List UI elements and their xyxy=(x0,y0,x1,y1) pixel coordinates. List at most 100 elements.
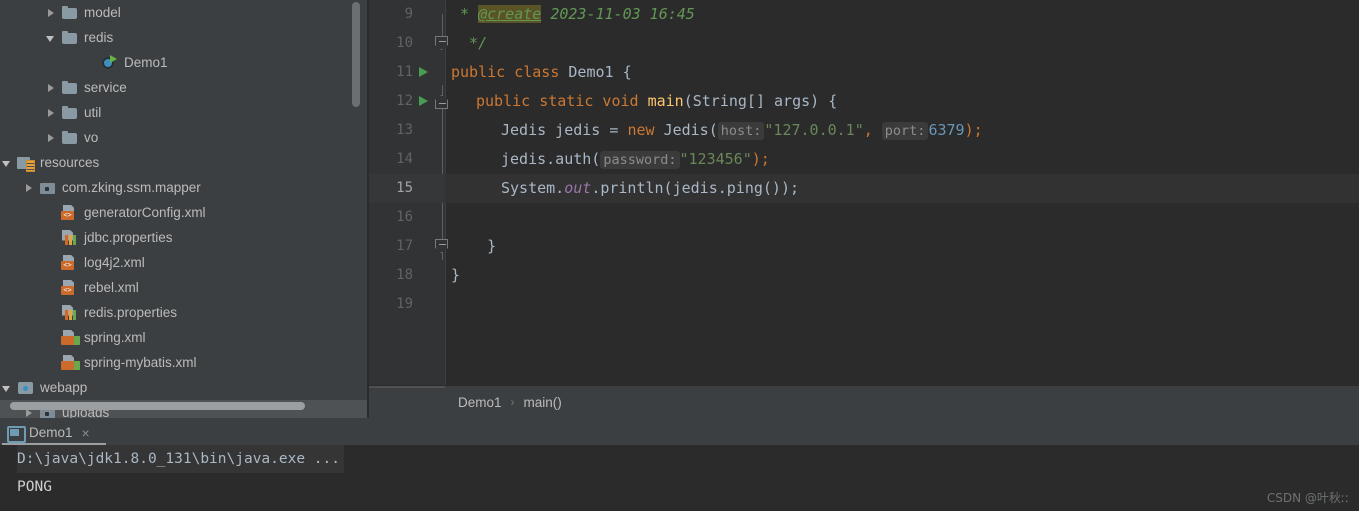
chevron-down-icon[interactable] xyxy=(44,31,58,45)
tree-item-rebel-xml[interactable]: rebel.xml xyxy=(0,275,367,300)
code-line-15[interactable]: 15 System.out.println(jedis.ping()); xyxy=(369,174,1359,203)
run-class-gutter-icon[interactable] xyxy=(419,67,428,77)
method-params: (String[] args) { xyxy=(683,92,838,110)
chevron-down-icon[interactable] xyxy=(0,381,14,395)
tree-item-model[interactable]: model xyxy=(0,0,367,25)
tree-item-label: generatorConfig.xml xyxy=(84,205,206,220)
gutter-line-number: 18 xyxy=(396,267,413,283)
tree-item-label: service xyxy=(84,80,127,95)
folder-icon xyxy=(61,30,78,46)
run-method-gutter-icon[interactable] xyxy=(419,96,428,106)
breadcrumb[interactable]: Demo1 › main() xyxy=(369,385,1359,418)
comment-end: */ xyxy=(451,34,488,52)
keyword-public-class: public class xyxy=(451,63,569,81)
tree-item-service[interactable]: service xyxy=(0,75,367,100)
jedis-auth-call: jedis.auth( xyxy=(501,150,601,168)
code-line-16[interactable]: 16 xyxy=(369,203,1359,232)
statement-end: ); xyxy=(751,150,770,168)
breadcrumb-item-method[interactable]: main() xyxy=(524,395,562,410)
tree-item-redis-properties[interactable]: redis.properties xyxy=(0,300,367,325)
tree-item-label: model xyxy=(84,5,121,20)
keyword-new: new xyxy=(627,121,664,139)
tree-item-log4j2-xml[interactable]: log4j2.xml xyxy=(0,250,367,275)
tree-item-resources[interactable]: resources xyxy=(0,150,367,175)
tree-item-demo1[interactable]: Demo1 xyxy=(0,50,367,75)
folder-icon xyxy=(61,105,78,121)
host-string-literal: "127.0.0.1" xyxy=(764,121,864,139)
code-line-11[interactable]: 11 public class Demo1 { xyxy=(369,58,1359,87)
properties-file-icon xyxy=(61,305,78,321)
code-line-13[interactable]: 13 Jedis jedis = new Jedis(host: "127.0.0… xyxy=(369,116,1359,145)
sidebar-vertical-scrollbar[interactable] xyxy=(352,2,360,107)
leaf-icon xyxy=(68,360,76,370)
console-tab-strip: Demo1 × xyxy=(0,418,1359,445)
param-hint-host: host: xyxy=(717,122,765,140)
gutter-line-number: 16 xyxy=(396,209,413,225)
code-line-content: Jedis jedis = new Jedis(host: "127.0.0.1"… xyxy=(501,116,983,145)
package-folder-icon xyxy=(39,180,56,196)
close-icon[interactable]: × xyxy=(82,426,90,440)
xml-file-icon xyxy=(61,205,78,221)
code-line-14[interactable]: 14 jedis.auth(password: "123456"); xyxy=(369,145,1359,174)
tree-item-label: redis.properties xyxy=(84,305,178,320)
code-line-10[interactable]: 10 */ xyxy=(369,29,1359,58)
code-line-19[interactable]: 19 xyxy=(369,290,1359,319)
code-fold-open-icon[interactable] xyxy=(435,239,448,253)
tree-item-spring-xml[interactable]: spring.xml xyxy=(0,325,367,350)
method-name-main: main xyxy=(647,92,684,110)
code-fold-open-icon[interactable] xyxy=(435,36,448,50)
code-line-12[interactable]: 12 public static void main(String[] args… xyxy=(369,87,1359,116)
tree-item-vo[interactable]: vo xyxy=(0,125,367,150)
java-class-run-icon xyxy=(101,54,118,71)
code-line-17[interactable]: 17 } xyxy=(369,232,1359,261)
tree-item-redis[interactable]: redis xyxy=(0,25,367,50)
tree-item-com-zking-ssm-mapper[interactable]: com.zking.ssm.mapper xyxy=(0,175,367,200)
chevron-down-icon[interactable] xyxy=(0,156,14,170)
folder-icon xyxy=(61,130,78,146)
tree-item-jdbc-properties[interactable]: jdbc.properties xyxy=(0,225,367,250)
console-command-line: D:\java\jdk1.8.0_131\bin\java.exe ... xyxy=(17,445,345,473)
project-tree[interactable]: model redis Demo1 service util vo resources com… xyxy=(0,0,367,418)
chevron-right-icon[interactable] xyxy=(44,6,58,20)
statement-end: ); xyxy=(964,121,983,139)
idea-window: model redis Demo1 service util vo resources com… xyxy=(0,0,1359,511)
code-line-content: */ xyxy=(451,29,487,58)
console-tab-demo1[interactable]: Demo1 × xyxy=(6,420,90,445)
tree-item-label: resources xyxy=(40,155,100,170)
gutter-line-number: 10 xyxy=(396,35,413,51)
tree-item-label: util xyxy=(84,105,102,120)
tree-item-spring-mybatis-xml[interactable]: spring-mybatis.xml xyxy=(0,350,367,375)
project-tool-window[interactable]: model redis Demo1 service util vo resources com… xyxy=(0,0,367,418)
editor-pane: 9 * @create 2023-11-03 16:45 10 */ 11 pu… xyxy=(369,0,1359,418)
chevron-right-icon[interactable] xyxy=(44,81,58,95)
tree-item-label: spring.xml xyxy=(84,330,146,345)
breadcrumb-separator-icon: › xyxy=(510,395,515,409)
console-output[interactable]: D:\java\jdk1.8.0_131\bin\java.exe ... PO… xyxy=(0,445,1359,511)
port-number-literal: 6379 xyxy=(928,121,965,139)
comment-star: * xyxy=(451,5,479,23)
close-brace-method: } xyxy=(451,237,497,255)
tree-item-label: vo xyxy=(84,130,99,145)
tree-item-util[interactable]: util xyxy=(0,100,367,125)
tree-item-webapp[interactable]: webapp xyxy=(0,375,367,400)
close-brace-class: } xyxy=(451,266,461,284)
breadcrumb-tab-indicator xyxy=(369,386,445,388)
breadcrumb-item-class[interactable]: Demo1 xyxy=(458,395,502,410)
tree-item-label: Demo1 xyxy=(124,55,168,70)
chevron-right-icon[interactable] xyxy=(44,106,58,120)
tree-item-generatorconfig-xml[interactable]: generatorConfig.xml xyxy=(0,200,367,225)
gutter-line-number: 13 xyxy=(396,122,413,138)
code-area[interactable]: 9 * @create 2023-11-03 16:45 10 */ 11 pu… xyxy=(369,0,1359,385)
javadoc-create-tag: @create xyxy=(478,5,542,23)
webapp-folder-icon xyxy=(17,380,34,396)
chevron-right-icon[interactable] xyxy=(44,131,58,145)
chevron-right-icon[interactable] xyxy=(22,181,36,195)
code-fold-close-icon[interactable] xyxy=(435,95,448,109)
code-line-18[interactable]: 18 } xyxy=(369,261,1359,290)
code-line-9[interactable]: 9 * @create 2023-11-03 16:45 xyxy=(369,0,1359,29)
sidebar-horizontal-scrollbar[interactable] xyxy=(10,402,305,410)
tree-item-label: jdbc.properties xyxy=(84,230,173,245)
password-string-literal: "123456" xyxy=(679,150,752,168)
